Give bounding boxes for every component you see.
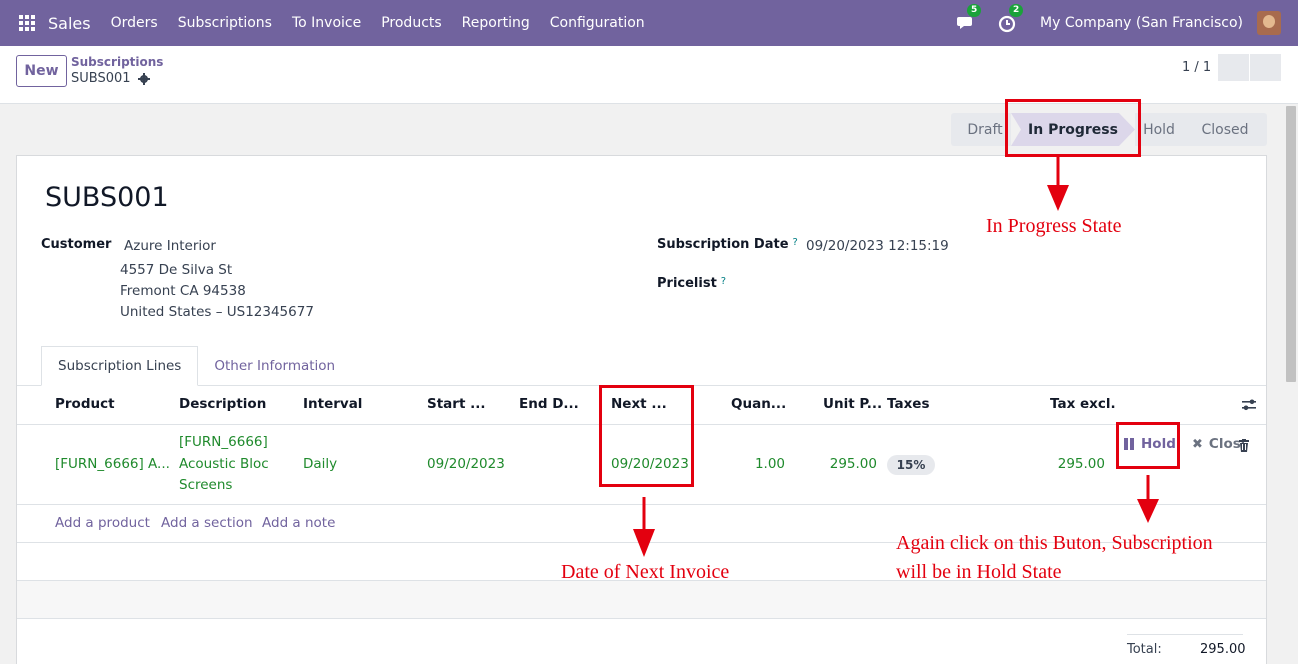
- pager-previous-button[interactable]: [1218, 54, 1249, 81]
- annotation-arrow-in-progress: [1047, 157, 1069, 211]
- annotation-arrow-next-invoice: [633, 497, 655, 557]
- help-tooltip-icon[interactable]: ?: [793, 237, 798, 248]
- subscription-date-value[interactable]: 09/20/2023 12:15:19: [806, 238, 949, 254]
- pricelist-label: Pricelist?: [657, 276, 726, 291]
- total-value: 295.00: [1200, 642, 1246, 657]
- help-tooltip-icon[interactable]: ?: [721, 276, 726, 287]
- new-button[interactable]: New: [16, 55, 67, 87]
- add-note-link[interactable]: Add a note: [262, 515, 335, 531]
- pricelist-label-text: Pricelist: [657, 276, 717, 291]
- column-interval[interactable]: Interval: [303, 396, 362, 412]
- stage-hold[interactable]: Hold: [1135, 113, 1183, 146]
- messages-badge: 5: [967, 4, 982, 17]
- menu-orders[interactable]: Orders: [111, 15, 158, 31]
- column-taxes[interactable]: Taxes: [887, 396, 929, 412]
- app-brand[interactable]: Sales: [48, 14, 91, 33]
- menu-to-invoice[interactable]: To Invoice: [292, 15, 361, 31]
- control-panel: New Subscriptions SUBS001 1 / 1: [0, 46, 1298, 104]
- annotation-box-next-invoice: [599, 385, 694, 487]
- stage-draft[interactable]: Draft: [951, 113, 1011, 146]
- total-divider: [1127, 634, 1243, 635]
- customer-address-line-2: Fremont CA 94538: [120, 283, 246, 299]
- customer-address-line-1: 4557 De Silva St: [120, 262, 233, 278]
- user-avatar[interactable]: [1257, 11, 1281, 35]
- column-description[interactable]: Description: [179, 396, 266, 412]
- menu-products[interactable]: Products: [381, 15, 441, 31]
- record-title: SUBS001: [45, 182, 169, 213]
- breadcrumb-current-label: SUBS001: [71, 71, 131, 86]
- close-line-button[interactable]: ✖ Close: [1192, 436, 1244, 452]
- tab-subscription-lines[interactable]: Subscription Lines: [41, 346, 199, 386]
- stage-closed[interactable]: Closed: [1183, 113, 1267, 146]
- breadcrumb-current: SUBS001: [71, 71, 150, 86]
- column-start-date[interactable]: Start ...: [427, 396, 485, 412]
- activities-badge: 2: [1009, 4, 1024, 17]
- messages-icon[interactable]: 5: [956, 4, 982, 33]
- close-x-icon: ✖: [1192, 436, 1203, 452]
- top-navbar: Sales Orders Subscriptions To Invoice Pr…: [0, 0, 1298, 46]
- line-description-1[interactable]: [FURN_6666]: [179, 434, 268, 450]
- add-product-link[interactable]: Add a product: [55, 515, 150, 531]
- column-tax-excl[interactable]: Tax excl.: [1050, 396, 1116, 412]
- customer-name[interactable]: Azure Interior: [124, 238, 216, 254]
- line-description-2[interactable]: Acoustic Bloc: [179, 456, 269, 472]
- apps-menu-icon[interactable]: [19, 15, 35, 31]
- column-quantity[interactable]: Quan...: [731, 396, 786, 412]
- line-start-date[interactable]: 09/20/2023: [427, 456, 505, 472]
- customer-address-line-3: United States – US12345677: [120, 304, 314, 320]
- scrollbar-thumb[interactable]: [1286, 106, 1296, 382]
- subscription-date-label-text: Subscription Date: [657, 237, 789, 252]
- company-switcher[interactable]: My Company (San Francisco): [1040, 15, 1243, 31]
- annotation-hold-line-2: will be in Hold State: [896, 561, 1062, 583]
- breadcrumb-subscriptions[interactable]: Subscriptions: [71, 55, 163, 69]
- line-product[interactable]: [FURN_6666] A...: [55, 456, 170, 472]
- tab-other-information[interactable]: Other Information: [198, 346, 351, 386]
- line-tax-excl: 295.00: [1057, 456, 1105, 472]
- empty-row: [17, 581, 1266, 619]
- customer-label: Customer: [41, 237, 112, 252]
- line-unit-price[interactable]: 295.00: [807, 456, 877, 472]
- column-unit-price[interactable]: Unit P...: [823, 396, 882, 412]
- pager-next-button[interactable]: [1250, 54, 1281, 81]
- menu-configuration[interactable]: Configuration: [550, 15, 645, 31]
- column-end-date[interactable]: End D...: [519, 396, 579, 412]
- menu-reporting[interactable]: Reporting: [462, 15, 530, 31]
- notebook-tabs: Subscription Lines Other Information: [41, 346, 351, 386]
- row-border: [17, 618, 1266, 619]
- menu-subscriptions[interactable]: Subscriptions: [178, 15, 272, 31]
- annotation-in-progress-state: In Progress State: [986, 215, 1122, 237]
- column-settings-icon[interactable]: [1241, 398, 1257, 412]
- pager-value[interactable]: 1 / 1: [1182, 60, 1211, 75]
- line-interval[interactable]: Daily: [303, 456, 337, 472]
- line-tax-badge[interactable]: 15%: [887, 455, 935, 475]
- add-section-link[interactable]: Add a section: [161, 515, 253, 531]
- total-label: Total:: [1127, 642, 1162, 657]
- annotation-next-invoice: Date of Next Invoice: [561, 561, 730, 583]
- line-description-3[interactable]: Screens: [179, 477, 232, 493]
- subscription-date-label: Subscription Date?: [657, 237, 798, 252]
- line-quantity[interactable]: 1.00: [717, 456, 785, 472]
- gear-icon[interactable]: [137, 72, 150, 85]
- annotation-box-in-progress: [1005, 99, 1141, 157]
- column-product[interactable]: Product: [55, 396, 115, 412]
- trash-icon[interactable]: [1238, 439, 1250, 452]
- annotation-box-hold: [1116, 422, 1180, 469]
- annotation-hold-line-1: Again click on this Buton, Subscription: [896, 532, 1213, 554]
- activities-clock-icon[interactable]: 2: [998, 4, 1024, 33]
- annotation-arrow-hold: [1137, 475, 1159, 523]
